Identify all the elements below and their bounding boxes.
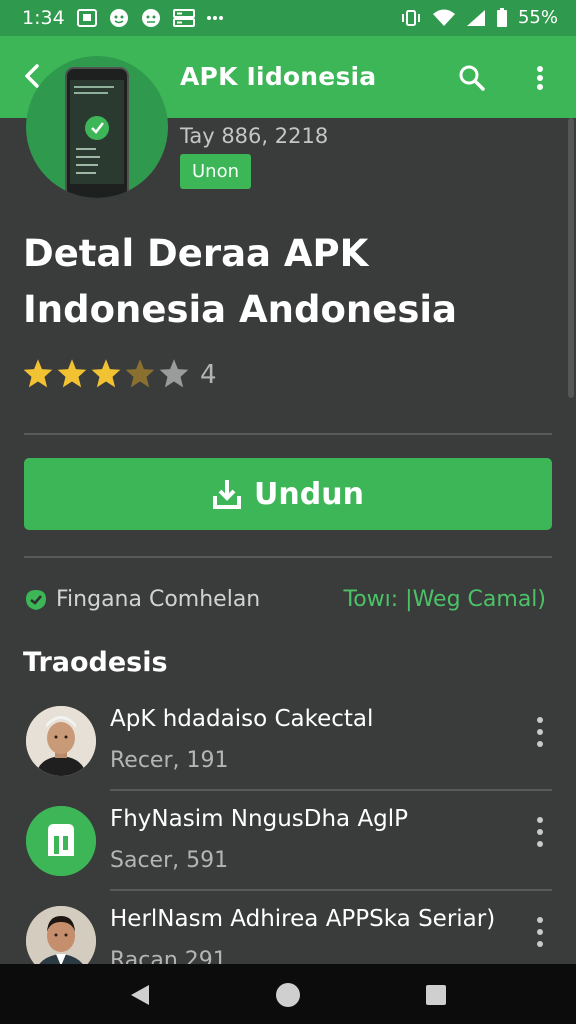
download-button[interactable]: Undun [24,458,552,530]
app-date: Tay 886, 2218 [180,124,329,148]
status-time: 1:34 [22,7,65,29]
divider [110,789,552,791]
app-badge: Unon [180,154,251,189]
divider [110,889,552,891]
star-icon [90,358,124,392]
divider [24,556,552,558]
nav-home-icon[interactable] [268,978,308,1012]
battery-icon [496,7,508,28]
verified-icon [24,588,48,612]
list-item-subtitle: Sacer, 591 [110,848,229,873]
app-icon [26,56,168,198]
star-icon [22,358,56,392]
verify-link[interactable]: Towı: |Weg Camal) [344,587,547,612]
list-item[interactable]: ApK hdadaiso Cakectal Recer, 191 [0,706,576,806]
avatar [26,706,96,776]
system-nav-bar [0,964,576,1024]
download-icon [212,478,242,510]
verify-row: Fingana Comhelan [24,587,260,612]
app-bar-title: APK Iidonesia [180,62,377,91]
star-empty-icon [158,358,192,392]
search-icon[interactable] [452,58,492,98]
more-vert-icon[interactable] [524,912,556,952]
page-title: Detal Deraa APK Indonesia Andonesia [23,232,457,331]
star-icon [56,358,90,392]
list-item-title: HerlNasm Adhirea APPSka Seriar) [110,906,496,932]
list-item-title: FhyNasim NngusDha AglP [110,806,409,832]
face-icon [141,8,161,28]
list-item-subtitle: Recer, 191 [110,748,229,773]
more-vert-icon[interactable] [524,812,556,852]
verify-label: Fingana Comhelan [56,587,261,612]
list-item-title: ApK hdadaiso Cakectal [110,706,374,732]
wifi-icon [432,9,456,27]
rating-count: 4 [200,360,217,390]
battery-percent: 55% [517,7,558,28]
vibrate-icon [400,9,422,27]
list-item[interactable]: FhyNasim NngusDha AglP Sacer, 591 [0,806,576,906]
scrollbar[interactable] [568,118,574,398]
signal-icon [466,9,486,27]
rating: 4 [22,358,217,392]
app-logo-icon [26,806,96,876]
more-dots-icon [206,15,223,21]
status-bar: 1:34 55% [0,0,576,36]
notification-icon [76,9,97,27]
section-heading: Traodesis [23,647,168,678]
download-label: Undun [254,476,364,512]
nav-recents-icon[interactable] [416,978,456,1012]
more-vert-icon[interactable] [522,58,558,98]
divider [24,433,552,435]
face-icon [109,8,129,28]
nav-back-icon[interactable] [120,978,160,1012]
more-vert-icon[interactable] [524,712,556,752]
star-half-icon [124,358,158,392]
storage-icon [172,9,195,27]
